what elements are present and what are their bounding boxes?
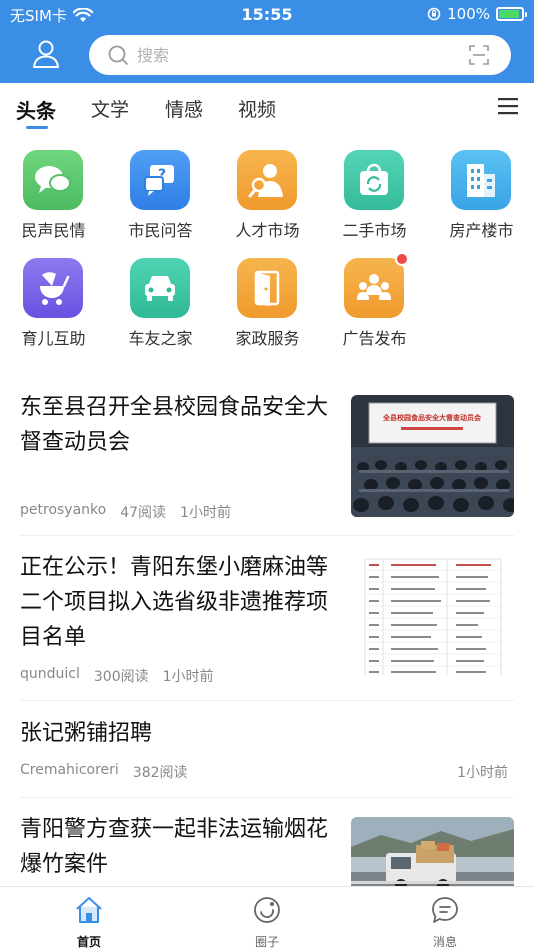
service-citizen-qa[interactable]: ? 市民问答 bbox=[107, 145, 214, 253]
news-author: qunduicl bbox=[20, 666, 80, 682]
news-thumbnail bbox=[351, 817, 514, 897]
category-tabs: 头条 文学 情感 视频 bbox=[0, 83, 534, 133]
tab-literature[interactable]: 文学 bbox=[91, 95, 129, 122]
tab-video[interactable]: 视频 bbox=[238, 95, 276, 122]
battery-percent: 100% bbox=[447, 5, 490, 23]
status-bar: 无SIM卡 15:55 100% bbox=[0, 0, 534, 28]
divider bbox=[20, 700, 514, 701]
scan-icon[interactable] bbox=[469, 45, 489, 65]
chat-bubbles-icon bbox=[23, 150, 83, 210]
nav-messages[interactable]: 消息 bbox=[405, 895, 485, 950]
service-real-estate[interactable]: 房产楼市 bbox=[428, 145, 534, 253]
menu-icon[interactable] bbox=[498, 97, 518, 115]
news-item[interactable]: 张记粥铺招聘 Cremahicoreri 382阅读 1小时前 bbox=[20, 716, 514, 786]
service-label: 二手市场 bbox=[342, 221, 407, 240]
service-label: 民声民情 bbox=[21, 221, 86, 240]
service-public-opinion[interactable]: 民声民情 bbox=[0, 145, 107, 253]
app-header: 无SIM卡 15:55 100% bbox=[0, 0, 534, 83]
news-meta: qunduicl 300阅读 1小时前 bbox=[20, 666, 214, 686]
nav-label: 圈子 bbox=[254, 935, 279, 949]
door-icon bbox=[237, 258, 297, 318]
service-grid: 民声民情 ? 市民问答 人才市场 二手市场 房产楼市 育儿互助 车友之家 家政服… bbox=[0, 145, 534, 355]
buildings-icon bbox=[451, 150, 511, 210]
service-talent-market[interactable]: 人才市场 bbox=[214, 145, 321, 253]
news-time: 1小时前 bbox=[180, 505, 231, 521]
user-icon bbox=[33, 40, 59, 68]
news-thumbnail bbox=[351, 555, 514, 677]
news-title: 张记粥铺招聘 bbox=[20, 721, 153, 746]
divider bbox=[20, 797, 514, 798]
tab-emotion[interactable]: 情感 bbox=[165, 95, 203, 122]
service-label: 广告发布 bbox=[342, 329, 407, 348]
news-time: 1小时前 bbox=[162, 669, 214, 685]
user-profile-button[interactable] bbox=[28, 38, 64, 70]
search-icon bbox=[108, 45, 128, 65]
divider bbox=[20, 535, 514, 536]
car-icon bbox=[130, 258, 190, 318]
news-reads: 382阅读 bbox=[132, 765, 188, 781]
stroller-icon bbox=[23, 258, 83, 318]
service-parenting[interactable]: 育儿互助 bbox=[0, 253, 107, 361]
service-label: 房产楼市 bbox=[449, 221, 514, 240]
notification-badge bbox=[395, 252, 409, 266]
news-author: Cremahicoreri bbox=[20, 762, 119, 778]
nav-home[interactable]: 首页 bbox=[49, 895, 129, 950]
question-icon: ? bbox=[130, 150, 190, 210]
service-housekeeping[interactable]: 家政服务 bbox=[214, 253, 321, 361]
talent-search-icon bbox=[237, 150, 297, 210]
service-label: 家政服务 bbox=[235, 329, 300, 348]
news-title: 正在公示！青阳东堡小磨麻油等二个项目拟入选省级非遗推荐项目名单 bbox=[20, 555, 329, 650]
service-label: 市民问答 bbox=[128, 221, 193, 240]
service-car-club[interactable]: 车友之家 bbox=[107, 253, 214, 361]
message-icon bbox=[432, 897, 458, 923]
service-label: 车友之家 bbox=[128, 329, 193, 348]
news-reads: 47阅读 bbox=[120, 505, 167, 521]
circle-icon bbox=[254, 897, 280, 923]
service-advertising[interactable]: 广告发布 bbox=[321, 252, 428, 361]
group-icon bbox=[344, 252, 409, 318]
news-title: 东至县召开全县校园食品安全大督查动员会 bbox=[20, 395, 329, 455]
service-label: 人才市场 bbox=[235, 221, 300, 240]
service-second-hand[interactable]: 二手市场 bbox=[321, 145, 428, 253]
nav-label: 消息 bbox=[432, 935, 457, 949]
news-thumbnail: 全县校园食品安全大督查动员会 bbox=[351, 395, 514, 517]
service-label: 育儿互助 bbox=[21, 329, 86, 348]
orientation-lock-icon bbox=[427, 7, 441, 21]
news-item[interactable]: 东至县召开全县校园食品安全大督查动员会 petrosyanko 47阅读 1小时… bbox=[20, 390, 514, 521]
tab-headlines[interactable]: 头条 bbox=[16, 95, 56, 124]
thumbnail-banner-text: 全县校园食品安全大督查动员会 bbox=[382, 413, 482, 422]
news-time-right: 1小时前 bbox=[457, 762, 508, 782]
news-meta: petrosyanko 47阅读 1小时前 bbox=[20, 502, 231, 522]
search-input[interactable] bbox=[137, 41, 437, 69]
news-item[interactable]: 正在公示！青阳东堡小磨麻油等二个项目拟入选省级非遗推荐项目名单 qunduicl… bbox=[20, 550, 514, 685]
bottom-nav: 首页 圈子 消息 bbox=[0, 886, 534, 950]
nav-label: 首页 bbox=[76, 935, 101, 949]
battery-icon bbox=[496, 7, 527, 21]
news-meta: Cremahicoreri 382阅读 bbox=[20, 762, 188, 782]
search-bar[interactable] bbox=[89, 35, 511, 75]
news-author: petrosyanko bbox=[20, 502, 107, 518]
news-title: 青阳警方查获一起非法运输烟花爆竹案件 bbox=[20, 817, 329, 877]
recycle-bag-icon bbox=[344, 150, 404, 210]
news-reads: 300阅读 bbox=[93, 669, 149, 685]
nav-circle[interactable]: 圈子 bbox=[227, 895, 307, 950]
home-icon bbox=[76, 897, 102, 923]
news-time: 1小时前 bbox=[457, 765, 508, 781]
active-tab-indicator bbox=[26, 126, 48, 129]
